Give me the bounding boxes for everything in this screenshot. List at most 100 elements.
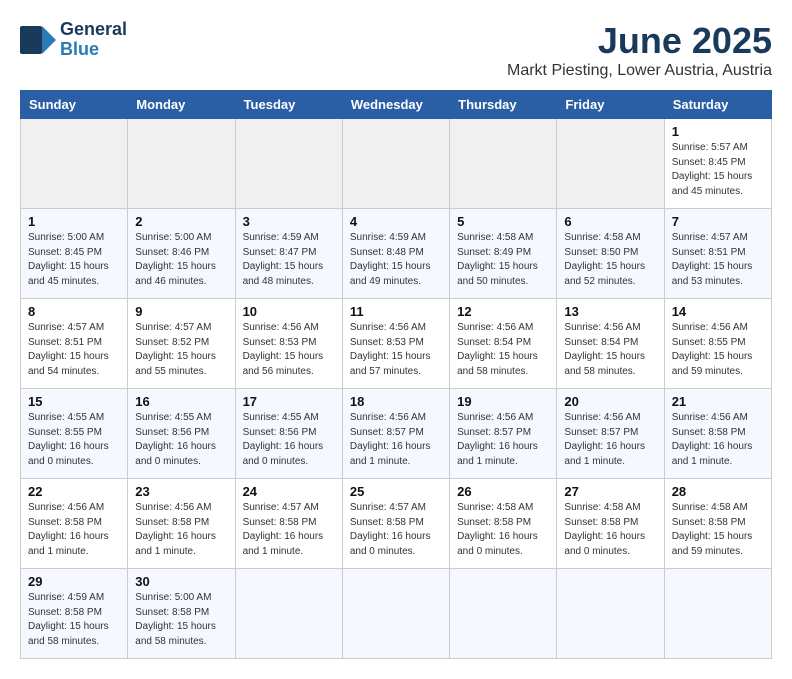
weekday-header-row: SundayMondayTuesdayWednesdayThursdayFrid…: [21, 91, 772, 119]
calendar-cell: 11 Sunrise: 4:56 AMSunset: 8:53 PMDayligh…: [342, 299, 449, 389]
location-title: Markt Piesting, Lower Austria, Austria: [507, 62, 772, 80]
calendar-cell: 21 Sunrise: 4:56 AMSunset: 8:58 PMDayligh…: [664, 389, 771, 479]
calendar-cell: 13 Sunrise: 4:56 AMSunset: 8:54 PMDayligh…: [557, 299, 664, 389]
day-info: Sunrise: 4:56 AMSunset: 8:58 PMDaylight:…: [672, 411, 764, 469]
calendar-cell: 9 Sunrise: 4:57 AMSunset: 8:52 PMDaylight…: [128, 299, 235, 389]
day-info: Sunrise: 4:56 AMSunset: 8:53 PMDaylight:…: [350, 321, 442, 379]
weekday-header-sunday: Sunday: [21, 91, 128, 119]
day-number: 30: [135, 574, 227, 589]
day-number: 12: [457, 304, 549, 319]
calendar-cell: 20Sunrise: 4:56 AMSunset: 8:57 PMDayligh…: [557, 389, 664, 479]
day-number: 1: [672, 124, 764, 139]
calendar-cell: 10Sunrise: 4:56 AMSunset: 8:53 PMDayligh…: [235, 299, 342, 389]
day-info: Sunrise: 5:57 AMSunset: 8:45 PMDaylight:…: [672, 141, 764, 199]
day-info: Sunrise: 5:00 AMSunset: 8:58 PMDaylight:…: [135, 591, 227, 649]
calendar-cell: 15 Sunrise: 4:55 AMSunset: 8:55 PMDayligh…: [21, 389, 128, 479]
calendar-cell: [664, 569, 771, 659]
calendar-cell: 14 Sunrise: 4:56 AMSunset: 8:55 PMDayligh…: [664, 299, 771, 389]
calendar-cell: [21, 119, 128, 209]
calendar-cell: 17 Sunrise: 4:55 AMSunset: 8:56 PMDayligh…: [235, 389, 342, 479]
calendar-cell: [557, 569, 664, 659]
day-info: Sunrise: 4:56 AMSunset: 8:54 PMDaylight:…: [457, 321, 549, 379]
weekday-header-monday: Monday: [128, 91, 235, 119]
calendar-cell: 5 Sunrise: 4:58 AMSunset: 8:49 PMDaylight…: [450, 209, 557, 299]
day-info: Sunrise: 4:58 AMSunset: 8:49 PMDaylight:…: [457, 231, 549, 289]
day-number: 25: [350, 484, 442, 499]
day-number: 3: [243, 214, 335, 229]
day-number: 9: [135, 304, 227, 319]
day-number: 6: [564, 214, 656, 229]
day-number: 2: [135, 214, 227, 229]
logo-icon: [20, 26, 56, 54]
day-info: Sunrise: 4:58 AMSunset: 8:58 PMDaylight:…: [672, 501, 764, 559]
calendar-cell: 27Sunrise: 4:58 AMSunset: 8:58 PMDayligh…: [557, 479, 664, 569]
day-info: Sunrise: 4:56 AMSunset: 8:58 PMDaylight:…: [135, 501, 227, 559]
day-info: Sunrise: 4:56 AMSunset: 8:58 PMDaylight:…: [28, 501, 120, 559]
day-info: Sunrise: 4:59 AMSunset: 8:48 PMDaylight:…: [350, 231, 442, 289]
calendar-week-row: 1Sunrise: 5:00 AMSunset: 8:45 PMDaylight…: [21, 209, 772, 299]
calendar-week-row: 8Sunrise: 4:57 AMSunset: 8:51 PMDaylight…: [21, 299, 772, 389]
calendar-cell: 4Sunrise: 4:59 AMSunset: 8:48 PMDaylight…: [342, 209, 449, 299]
calendar-cell: [342, 569, 449, 659]
calendar-cell: 1 Sunrise: 5:57 AMSunset: 8:45 PMDaylight…: [664, 119, 771, 209]
day-info: Sunrise: 5:00 AMSunset: 8:45 PMDaylight:…: [28, 231, 120, 289]
day-info: Sunrise: 4:55 AMSunset: 8:55 PMDaylight:…: [28, 411, 120, 469]
calendar-cell: [128, 119, 235, 209]
day-info: Sunrise: 4:57 AMSunset: 8:52 PMDaylight:…: [135, 321, 227, 379]
day-number: 26: [457, 484, 549, 499]
day-number: 21: [672, 394, 764, 409]
weekday-header-thursday: Thursday: [450, 91, 557, 119]
day-number: 23: [135, 484, 227, 499]
calendar-cell: 24Sunrise: 4:57 AMSunset: 8:58 PMDayligh…: [235, 479, 342, 569]
calendar-cell: 12 Sunrise: 4:56 AMSunset: 8:54 PMDayligh…: [450, 299, 557, 389]
day-info: Sunrise: 4:57 AMSunset: 8:51 PMDaylight:…: [28, 321, 120, 379]
day-info: Sunrise: 5:00 AMSunset: 8:46 PMDaylight:…: [135, 231, 227, 289]
calendar-cell: 29Sunrise: 4:59 AMSunset: 8:58 PMDayligh…: [21, 569, 128, 659]
day-info: Sunrise: 4:56 AMSunset: 8:53 PMDaylight:…: [243, 321, 335, 379]
calendar-cell: 7Sunrise: 4:57 AMSunset: 8:51 PMDaylight…: [664, 209, 771, 299]
calendar-cell: 3 Sunrise: 4:59 AMSunset: 8:47 PMDaylight…: [235, 209, 342, 299]
title-area: June 2025 Markt Piesting, Lower Austria,…: [507, 20, 772, 80]
day-number: 14: [672, 304, 764, 319]
day-number: 29: [28, 574, 120, 589]
day-info: Sunrise: 4:59 AMSunset: 8:47 PMDaylight:…: [243, 231, 335, 289]
day-number: 11: [350, 304, 442, 319]
day-info: Sunrise: 4:56 AMSunset: 8:57 PMDaylight:…: [350, 411, 442, 469]
day-number: 22: [28, 484, 120, 499]
day-info: Sunrise: 4:56 AMSunset: 8:57 PMDaylight:…: [457, 411, 549, 469]
calendar-cell: 19 Sunrise: 4:56 AMSunset: 8:57 PMDayligh…: [450, 389, 557, 479]
day-number: 27: [564, 484, 656, 499]
day-info: Sunrise: 4:56 AMSunset: 8:54 PMDaylight:…: [564, 321, 656, 379]
day-number: 16: [135, 394, 227, 409]
day-number: 19: [457, 394, 549, 409]
calendar-cell: 1Sunrise: 5:00 AMSunset: 8:45 PMDaylight…: [21, 209, 128, 299]
calendar-cell: 23 Sunrise: 4:56 AMSunset: 8:58 PMDayligh…: [128, 479, 235, 569]
day-info: Sunrise: 4:56 AMSunset: 8:55 PMDaylight:…: [672, 321, 764, 379]
day-number: 24: [243, 484, 335, 499]
day-number: 5: [457, 214, 549, 229]
header: General Blue June 2025 Markt Piesting, L…: [20, 20, 772, 80]
calendar-week-row: 22 Sunrise: 4:56 AMSunset: 8:58 PMDayligh…: [21, 479, 772, 569]
logo: General Blue: [20, 20, 127, 60]
calendar-week-row: 29Sunrise: 4:59 AMSunset: 8:58 PMDayligh…: [21, 569, 772, 659]
calendar-cell: [342, 119, 449, 209]
day-info: Sunrise: 4:55 AMSunset: 8:56 PMDaylight:…: [243, 411, 335, 469]
calendar-cell: 16 Sunrise: 4:55 AMSunset: 8:56 PMDayligh…: [128, 389, 235, 479]
calendar-cell: 25 Sunrise: 4:57 AMSunset: 8:58 PMDayligh…: [342, 479, 449, 569]
calendar-cell: 26Sunrise: 4:58 AMSunset: 8:58 PMDayligh…: [450, 479, 557, 569]
calendar-cell: 8Sunrise: 4:57 AMSunset: 8:51 PMDaylight…: [21, 299, 128, 389]
calendar-cell: 2 Sunrise: 5:00 AMSunset: 8:46 PMDaylight…: [128, 209, 235, 299]
day-number: 17: [243, 394, 335, 409]
calendar-cell: 6 Sunrise: 4:58 AMSunset: 8:50 PMDaylight…: [557, 209, 664, 299]
month-title: June 2025: [507, 20, 772, 62]
day-info: Sunrise: 4:57 AMSunset: 8:58 PMDaylight:…: [350, 501, 442, 559]
day-info: Sunrise: 4:55 AMSunset: 8:56 PMDaylight:…: [135, 411, 227, 469]
day-number: 13: [564, 304, 656, 319]
calendar-cell: [450, 119, 557, 209]
day-info: Sunrise: 4:58 AMSunset: 8:50 PMDaylight:…: [564, 231, 656, 289]
day-info: Sunrise: 4:56 AMSunset: 8:57 PMDaylight:…: [564, 411, 656, 469]
day-info: Sunrise: 4:57 AMSunset: 8:51 PMDaylight:…: [672, 231, 764, 289]
weekday-header-wednesday: Wednesday: [342, 91, 449, 119]
day-number: 15: [28, 394, 120, 409]
calendar-table: SundayMondayTuesdayWednesdayThursdayFrid…: [20, 90, 772, 659]
